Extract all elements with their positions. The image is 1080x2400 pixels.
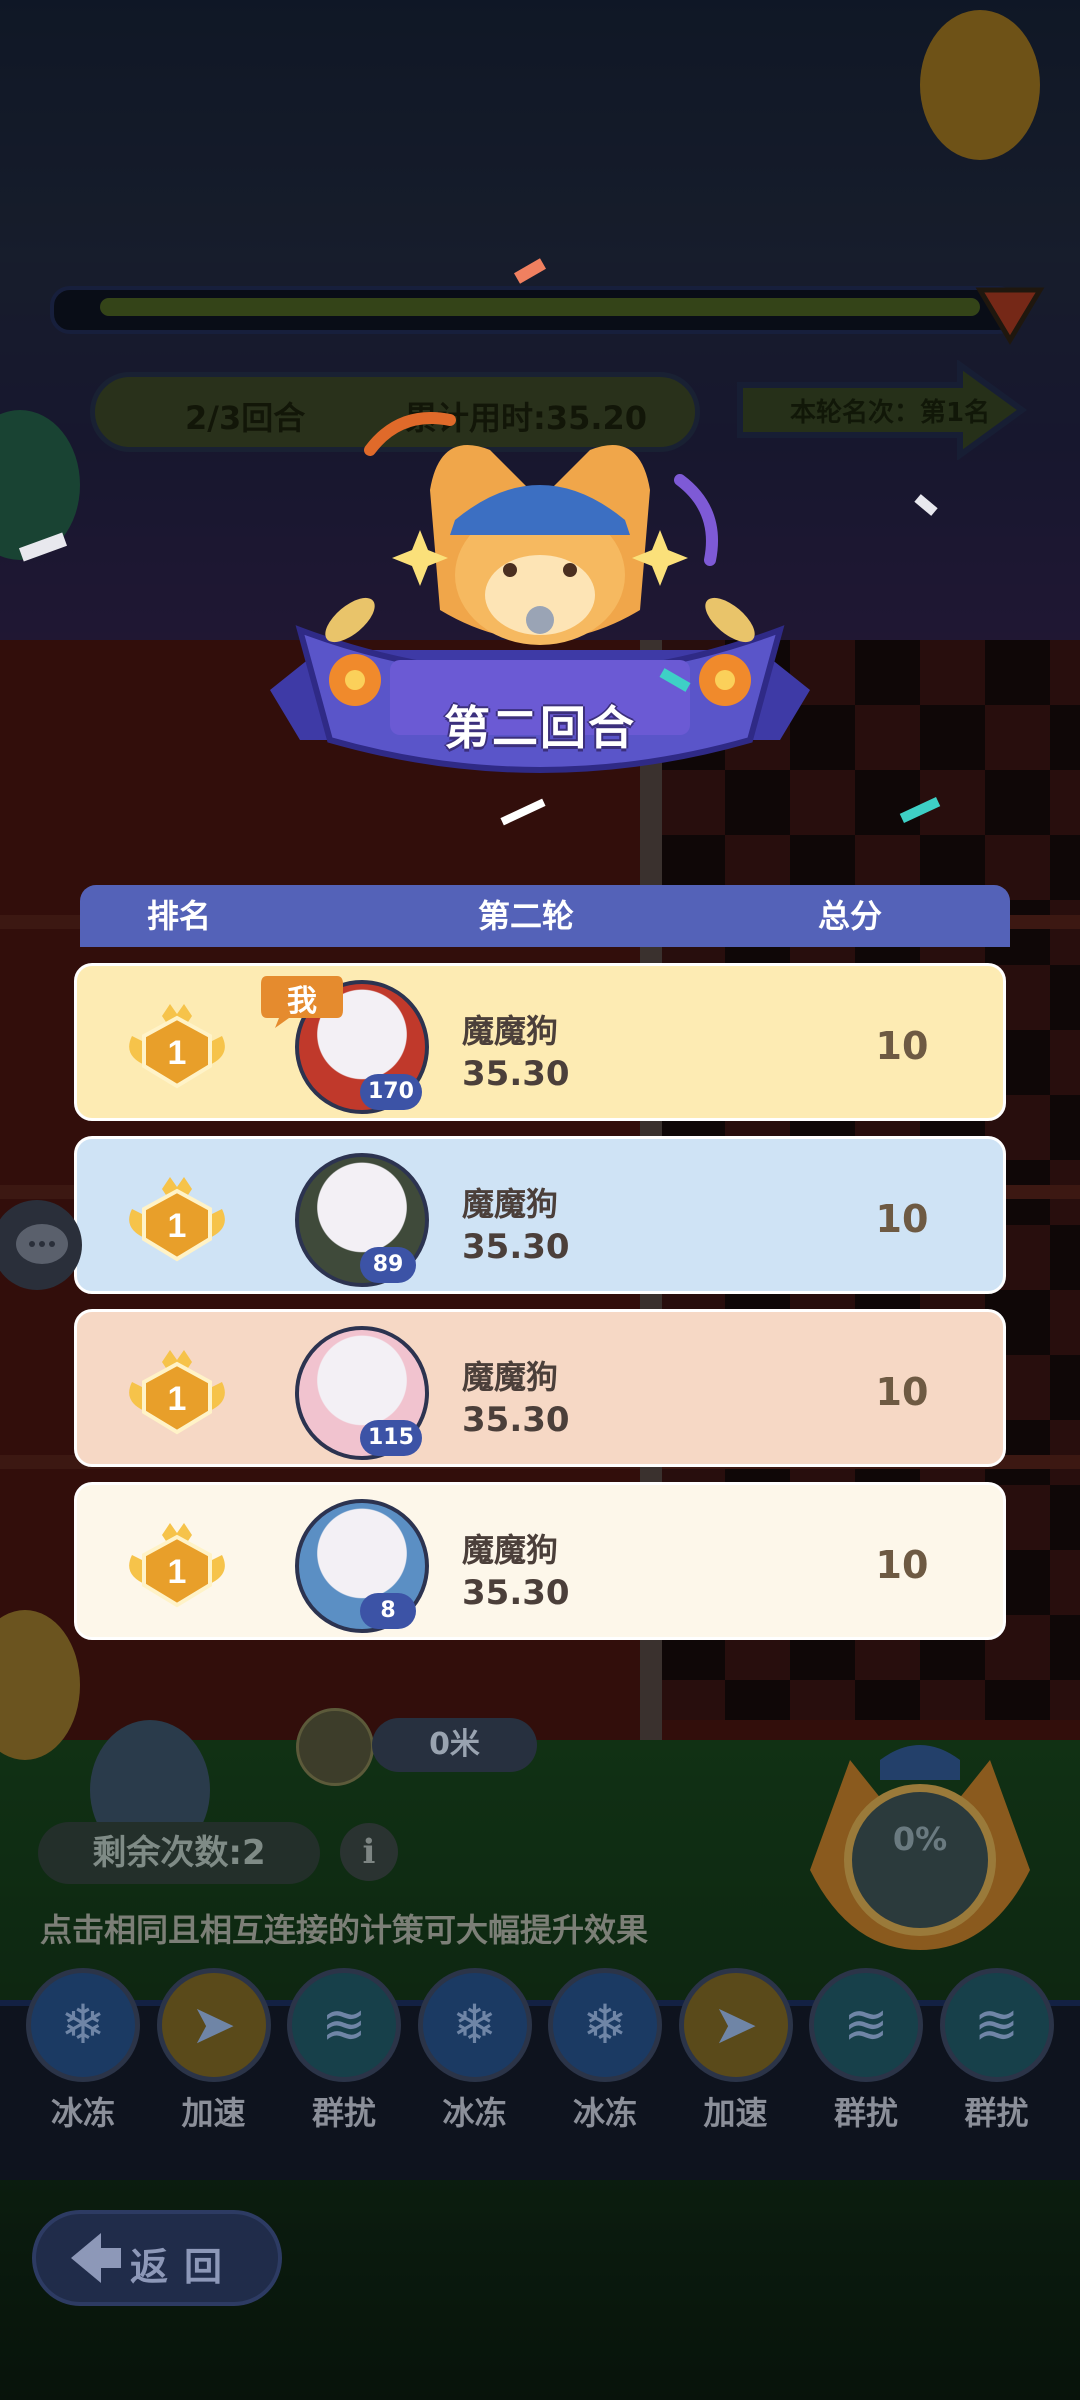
skill-label: 冰冻: [572, 2094, 637, 2132]
speed-icon: ➤: [156, 1968, 271, 2082]
me-tag-label: 我: [287, 984, 317, 1019]
skill-speed-button[interactable]: ➤ 加速: [674, 1968, 798, 2134]
gold-medal-icon: 1: [129, 1177, 225, 1262]
skill-disturb-button[interactable]: ≋ 群扰: [804, 1968, 928, 2134]
skill-freeze-button[interactable]: ❄ 冰冻: [21, 1968, 145, 2134]
player-time: 35.30: [462, 1054, 570, 1094]
skill-freeze-button[interactable]: ❄ 冰冻: [413, 1968, 537, 2134]
player-level-badge: 115: [360, 1420, 422, 1456]
rank-number: 1: [168, 1207, 187, 1245]
table-row: 1 8 魔魔狗 35.30 10: [74, 1482, 1006, 1640]
remaining-attempts: 剩余次数:2: [38, 1822, 320, 1884]
player-score: 10: [875, 1197, 929, 1241]
player-level-badge: 8: [360, 1593, 416, 1629]
gold-medal-icon: 1: [129, 1350, 225, 1435]
round-title: 第二回合: [444, 701, 636, 755]
chat-bubble-icon: [16, 1224, 68, 1264]
player-score: 10: [875, 1370, 929, 1414]
back-arrow-icon: [71, 2233, 121, 2283]
player-time: 35.30: [462, 1400, 570, 1440]
skill-label: 群扰: [964, 2094, 1029, 2132]
game-screen: 2/3回合 累计用时:35.20 本轮名次：第1名 第二回合 排名 第二轮 总分: [0, 0, 1080, 2400]
gold-medal-icon: 1: [129, 1523, 225, 1608]
freeze-icon: ❄: [417, 1968, 532, 2082]
rank-number: 1: [168, 1553, 187, 1591]
freeze-icon: ❄: [26, 1968, 140, 2082]
freeze-icon: ❄: [548, 1968, 662, 2082]
combo-hint: 点击相同且相互连接的计策可大幅提升效果: [40, 1911, 649, 1949]
col-score-header: 总分: [818, 897, 883, 935]
skill-label: 加速: [703, 2094, 768, 2132]
player-level-badge: 89: [360, 1247, 416, 1283]
rank-number: 1: [168, 1034, 187, 1072]
player-level-badge: 170: [360, 1074, 422, 1110]
skill-disturb-button[interactable]: ≋ 群扰: [282, 1968, 406, 2134]
skill-label: 冰冻: [50, 2094, 115, 2132]
player-time: 35.30: [462, 1573, 570, 1613]
table-row: 1 115 魔魔狗 35.30 10: [74, 1309, 1006, 1467]
skill-label: 群扰: [311, 2094, 376, 2132]
chat-button[interactable]: [0, 1200, 82, 1290]
disturb-icon: ≋: [809, 1968, 923, 2082]
results-table-header: 排名 第二轮 总分: [80, 885, 1010, 947]
info-button[interactable]: i: [340, 1823, 398, 1881]
skill-disturb-button[interactable]: ≋ 群扰: [935, 1968, 1059, 2134]
gold-medal-icon: 1: [129, 1004, 225, 1089]
player-score: 10: [875, 1543, 929, 1587]
runner-avatar: [296, 1708, 374, 1786]
back-label[interactable]: 返回: [130, 2236, 238, 2291]
player-time: 35.30: [462, 1227, 570, 1267]
skill-speed-button[interactable]: ➤ 加速: [152, 1968, 276, 2134]
skill-label: 加速: [181, 2094, 246, 2132]
skill-freeze-button[interactable]: ❄ 冰冻: [543, 1968, 667, 2134]
skill-label: 冰冻: [442, 2094, 507, 2132]
table-row: 1 89 魔魔狗 35.30 10: [74, 1136, 1006, 1294]
distance-display: 0米: [372, 1718, 537, 1772]
skill-label: 群扰: [833, 2094, 898, 2132]
rank-number: 1: [168, 1380, 187, 1418]
player-name: 魔魔狗: [462, 1185, 559, 1223]
player-score: 10: [875, 1024, 929, 1068]
col-round-header: 第二轮: [478, 897, 575, 935]
player-name: 魔魔狗: [462, 1531, 559, 1569]
player-name: 魔魔狗: [462, 1358, 559, 1396]
speed-icon: ➤: [678, 1968, 793, 2082]
disturb-icon: ≋: [287, 1968, 401, 2082]
table-row: 1 170 魔魔狗 35.30 10 我: [74, 963, 1006, 1121]
col-rank-header: 排名: [147, 897, 212, 935]
charge-percent: 0%: [892, 1820, 948, 1858]
player-name: 魔魔狗: [462, 1012, 559, 1050]
disturb-icon: ≋: [939, 1968, 1054, 2082]
